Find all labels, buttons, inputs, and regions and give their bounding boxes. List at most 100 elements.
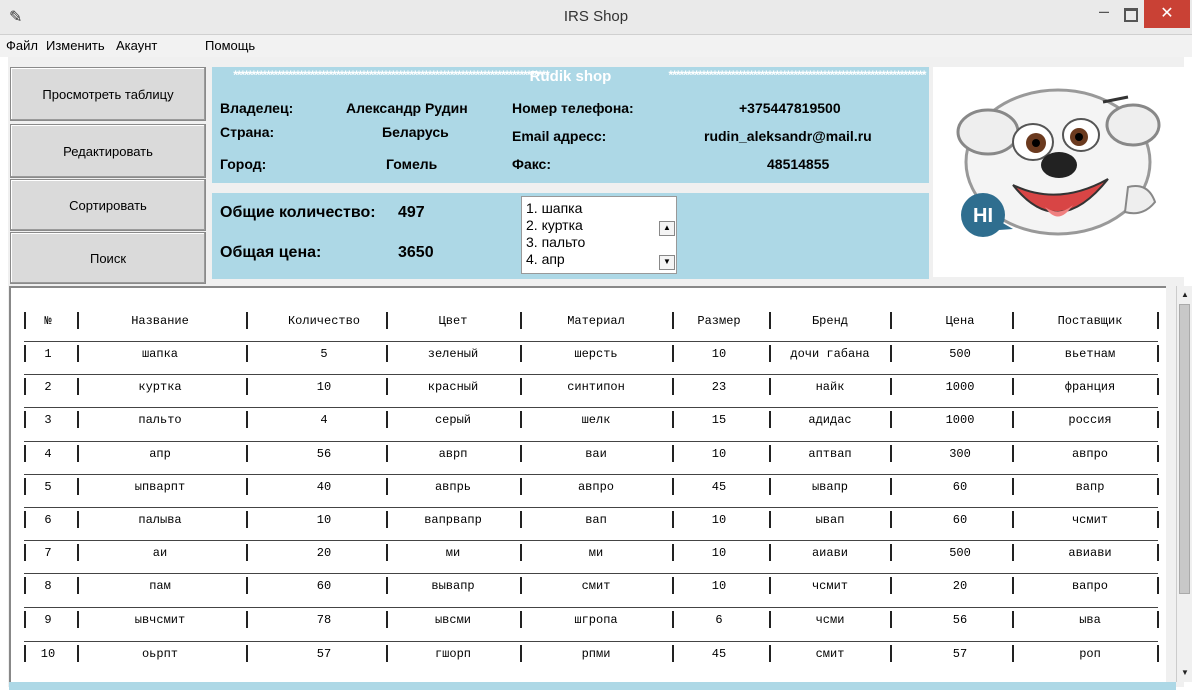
row-divider (24, 641, 1158, 642)
menu-file[interactable]: Файл (6, 38, 38, 53)
menu-help[interactable]: Помощь (205, 38, 255, 53)
column-separator (77, 411, 79, 428)
column-separator (769, 378, 771, 395)
city-value: Гомель (386, 156, 438, 172)
column-separator (386, 577, 388, 594)
table-cell: ывсми (434, 613, 471, 627)
column-separator (890, 378, 892, 395)
table-cell: серый (434, 413, 471, 427)
column-separator (246, 478, 248, 495)
sort-button[interactable]: Сортировать (10, 179, 206, 231)
listbox-scroll-down[interactable]: ▼ (659, 255, 675, 270)
menu-bar: Файл Изменить Акаунт Помощь (0, 35, 1192, 57)
total-count-value: 497 (398, 204, 425, 221)
view-table-button[interactable]: Просмотреть таблицу (10, 67, 206, 121)
table-cell: палыва (138, 513, 182, 527)
column-separator (246, 312, 248, 329)
row-divider (24, 341, 1158, 342)
column-separator (890, 645, 892, 662)
column-separator (520, 611, 522, 628)
table-cell: вапро (1071, 579, 1108, 593)
column-separator (672, 511, 674, 528)
column-separator (890, 478, 892, 495)
row-divider (24, 607, 1158, 608)
column-separator (890, 511, 892, 528)
search-button[interactable]: Поиск (10, 232, 206, 284)
column-separator (77, 544, 79, 561)
row-divider (24, 374, 1158, 375)
table-cell: красный (427, 380, 479, 394)
edit-button[interactable]: Редактировать (10, 124, 206, 178)
column-separator (1012, 345, 1014, 362)
listbox-scroll-up[interactable]: ▲ (659, 221, 675, 236)
column-separator (672, 544, 674, 561)
table-scrollbar[interactable]: ▲ ▼ (1176, 286, 1192, 682)
column-separator (386, 544, 388, 561)
column-separator (1157, 577, 1159, 594)
close-button[interactable]: ✕ (1144, 0, 1190, 28)
column-separator (24, 445, 26, 462)
column-separator (769, 645, 771, 662)
column-separator (1157, 345, 1159, 362)
table-cell: апр (149, 447, 171, 461)
column-separator (386, 611, 388, 628)
maximize-button[interactable] (1119, 4, 1141, 24)
scroll-up-arrow[interactable]: ▲ (1179, 288, 1191, 302)
country-label: Страна: (220, 124, 275, 140)
column-separator (769, 611, 771, 628)
column-separator (890, 411, 892, 428)
city-label: Город: (220, 156, 267, 172)
column-separator (1012, 544, 1014, 561)
table-cell: гшорп (434, 647, 471, 661)
table-cell: пальто (138, 413, 182, 427)
column-separator (890, 544, 892, 561)
table-header-cell: Поставщик (1057, 314, 1123, 328)
column-separator (24, 478, 26, 495)
column-separator (1012, 312, 1014, 329)
table-cell: пам (149, 579, 171, 593)
column-separator (246, 611, 248, 628)
column-separator (769, 312, 771, 329)
list-item[interactable]: 1. шапка (526, 200, 582, 216)
column-separator (1157, 544, 1159, 561)
column-separator (386, 378, 388, 395)
title-bar: ✎ IRS Shop – ✕ (0, 0, 1192, 35)
dog-mascot-icon: HI (956, 88, 1161, 237)
column-separator (672, 577, 674, 594)
column-separator (24, 411, 26, 428)
window-title: IRS Shop (563, 8, 629, 25)
column-separator (246, 411, 248, 428)
column-separator (1012, 577, 1014, 594)
table-cell: россия (1068, 413, 1112, 427)
scrollbar-thumb[interactable] (1179, 304, 1190, 594)
row-divider (24, 441, 1158, 442)
list-item[interactable]: 4. апр (526, 251, 565, 267)
column-separator (672, 345, 674, 362)
column-separator (246, 445, 248, 462)
column-separator (1157, 478, 1159, 495)
maximize-icon (1124, 8, 1138, 22)
table-cell: куртка (138, 380, 182, 394)
table-cell: ыва (1079, 613, 1101, 627)
column-separator (24, 544, 26, 561)
column-separator (24, 577, 26, 594)
column-separator (24, 611, 26, 628)
scroll-down-arrow[interactable]: ▼ (1179, 666, 1191, 680)
column-separator (77, 345, 79, 362)
column-separator (386, 345, 388, 362)
minimize-button[interactable]: – (1093, 2, 1115, 24)
table-cell: роп (1079, 647, 1101, 661)
list-item[interactable]: 2. куртка (526, 217, 583, 233)
bottom-strip (9, 682, 1176, 690)
column-separator (520, 312, 522, 329)
column-separator (386, 511, 388, 528)
column-separator (246, 544, 248, 561)
mascot-greeting: HI (973, 205, 993, 227)
column-separator (1157, 511, 1159, 528)
title-divider-left: ****************************************… (233, 68, 550, 82)
list-item[interactable]: 3. пальто (526, 234, 585, 250)
items-listbox[interactable]: 1. шапка 2. куртка 3. пальто 4. апр ▲ ▼ (521, 196, 677, 274)
column-separator (77, 378, 79, 395)
menu-account[interactable]: Акаунт (116, 38, 157, 53)
menu-edit[interactable]: Изменить (46, 38, 105, 53)
